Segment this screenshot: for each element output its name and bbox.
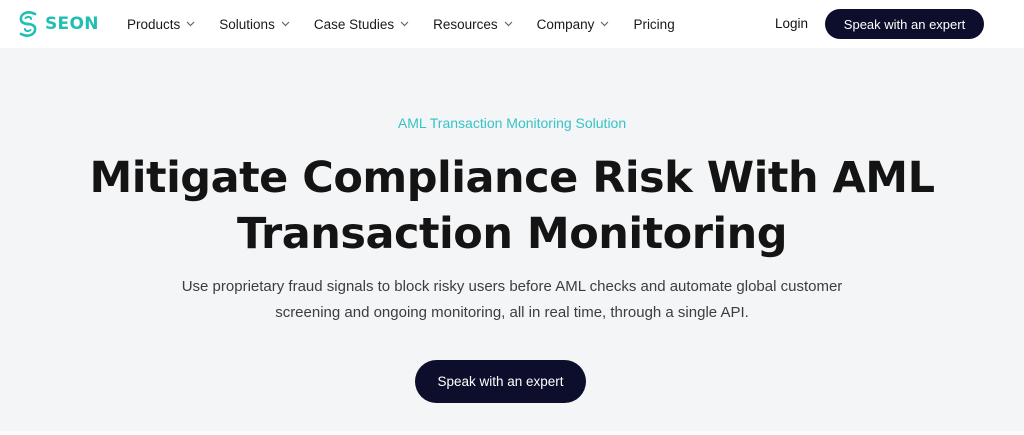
chevron-down-icon (504, 21, 513, 27)
nav-item-label: Case Studies (313, 16, 395, 32)
chevron-down-icon (281, 21, 290, 27)
chevron-down-icon (601, 21, 609, 27)
nav-item-products[interactable]: Products (127, 17, 195, 32)
nav-item-company[interactable]: Company (537, 17, 610, 32)
hero-subtext: Use proprietary fraud signals to block r… (0, 274, 1024, 326)
nav-item-label: Company (536, 16, 595, 32)
hero-subtext-line-2: screening and ongoing monitoring, all in… (275, 304, 749, 321)
login-link[interactable]: Login (775, 16, 808, 31)
nav-item-resources[interactable]: Resources (433, 17, 513, 32)
nav-item-case-studies[interactable]: Case Studies (314, 17, 409, 32)
hero-subtext-line-1: Use proprietary fraud signals to block r… (181, 278, 843, 295)
speak-with-expert-header-button[interactable]: Speak with an expert (825, 9, 984, 39)
nav-item-solutions[interactable]: Solutions (219, 17, 290, 32)
main-nav: Products Solutions Case Studies Resource… (127, 0, 699, 48)
nav-item-label: Solutions (219, 16, 275, 32)
hero-headline-line-1: Mitigate Compliance Risk With AML (89, 153, 935, 203)
site-header: SEON Products Solutions Case Studies Res… (0, 0, 1024, 48)
seon-logo-icon (19, 11, 37, 37)
chevron-down-icon (186, 21, 195, 27)
nav-item-label: Resources (433, 16, 498, 32)
section-divider (0, 431, 1024, 435)
chevron-down-icon (400, 21, 409, 27)
nav-item-pricing[interactable]: Pricing (633, 17, 674, 32)
brand-name: SEON (45, 14, 99, 34)
seon-logo[interactable]: SEON (17, 10, 99, 38)
hero-headline: Mitigate Compliance Risk With AML Transa… (0, 150, 1024, 262)
nav-item-label: Products (127, 16, 181, 32)
speak-with-expert-hero-button[interactable]: Speak with an expert (415, 360, 586, 403)
nav-item-label: Pricing (633, 16, 675, 32)
hero-headline-line-2: Transaction Monitoring (236, 209, 788, 259)
hero-eyebrow: AML Transaction Monitoring Solution (397, 115, 627, 131)
